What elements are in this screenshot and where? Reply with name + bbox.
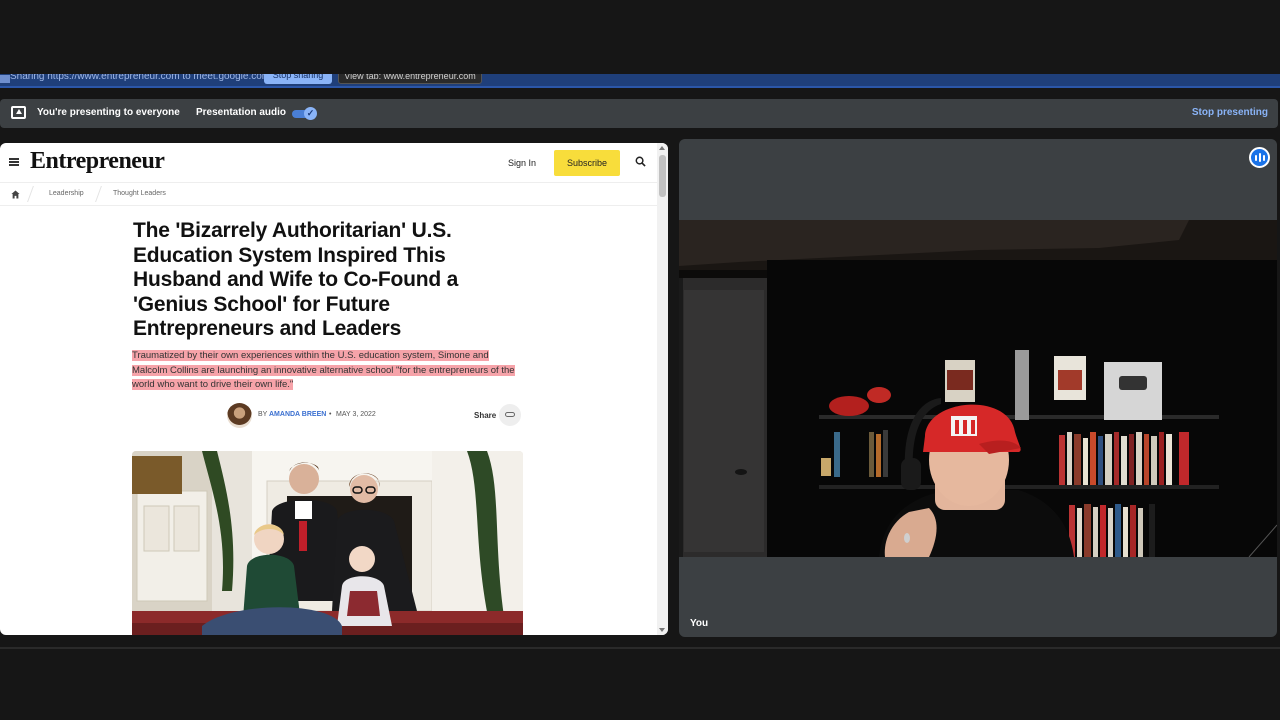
stop-presenting-button[interactable]: Stop presenting: [1192, 107, 1268, 118]
present-screen-icon: [11, 106, 26, 119]
subscribe-button[interactable]: Subscribe: [554, 150, 620, 176]
breadcrumb-divider: [27, 186, 34, 202]
camera-feed: [679, 220, 1277, 557]
presenting-bar: You're presenting to everyone Presentati…: [0, 99, 1278, 128]
sharing-text: Sharing https://www.entrepreneur.com to …: [10, 74, 271, 82]
breadcrumb: Leadership Thought Leaders: [0, 184, 657, 206]
presentation-tile: Entrepreneur Sign In Subscribe Leadershi…: [0, 143, 668, 635]
scroll-thumb[interactable]: [659, 155, 666, 197]
tab-sharing-bar: Sharing https://www.entrepreneur.com to …: [0, 74, 1280, 88]
highlighted-dek: Traumatized by their own experiences wit…: [132, 350, 515, 390]
byline-separator: •: [329, 411, 332, 418]
article-headline: The 'Bizarrely Authoritarian' U.S. Educa…: [133, 219, 459, 340]
home-icon[interactable]: [11, 190, 20, 199]
stop-sharing-button[interactable]: Stop sharing: [264, 74, 332, 84]
bottom-divider: [0, 647, 1280, 649]
sign-in-link[interactable]: Sign In: [508, 158, 536, 168]
breadcrumb-leadership[interactable]: Leadership: [49, 190, 84, 197]
by-label: BY: [258, 411, 268, 418]
hamburger-menu-icon[interactable]: [9, 158, 19, 166]
view-tab-button[interactable]: View tab: www.entrepreneur.com: [338, 74, 482, 84]
scroll-up-arrow-icon[interactable]: [659, 146, 665, 150]
copy-link-button[interactable]: [499, 404, 521, 426]
article-dek: Traumatized by their own experiences wit…: [132, 349, 520, 393]
site-header: Entrepreneur Sign In Subscribe: [0, 143, 657, 183]
participant-tile: You: [679, 139, 1277, 637]
participant-name: You: [690, 618, 709, 629]
scrollbar[interactable]: [657, 143, 668, 635]
speaking-indicator-icon: [1249, 147, 1270, 168]
share-label: Share: [474, 411, 497, 420]
meet-screen: Sharing https://www.entrepreneur.com to …: [0, 0, 1280, 720]
breadcrumb-divider: [95, 186, 102, 202]
share-tab-icon: [0, 75, 10, 83]
article-photo: [132, 451, 523, 635]
link-icon: [505, 412, 515, 417]
author-avatar: [227, 403, 252, 428]
check-icon: ✓: [304, 107, 317, 120]
breadcrumb-thought-leaders[interactable]: Thought Leaders: [113, 190, 166, 197]
site-logo[interactable]: Entrepreneur: [30, 148, 165, 175]
publish-date: MAY 3, 2022: [336, 411, 376, 418]
byline: BY AMANDA BREEN • MAY 3, 2022 Share: [227, 403, 522, 428]
presenting-status: You're presenting to everyone: [37, 107, 180, 118]
scroll-down-arrow-icon[interactable]: [659, 628, 665, 632]
search-icon[interactable]: [635, 156, 646, 167]
presentation-audio-toggle[interactable]: ✓: [292, 107, 318, 120]
presentation-audio-label: Presentation audio: [196, 107, 287, 118]
author-link[interactable]: AMANDA BREEN: [269, 411, 326, 418]
